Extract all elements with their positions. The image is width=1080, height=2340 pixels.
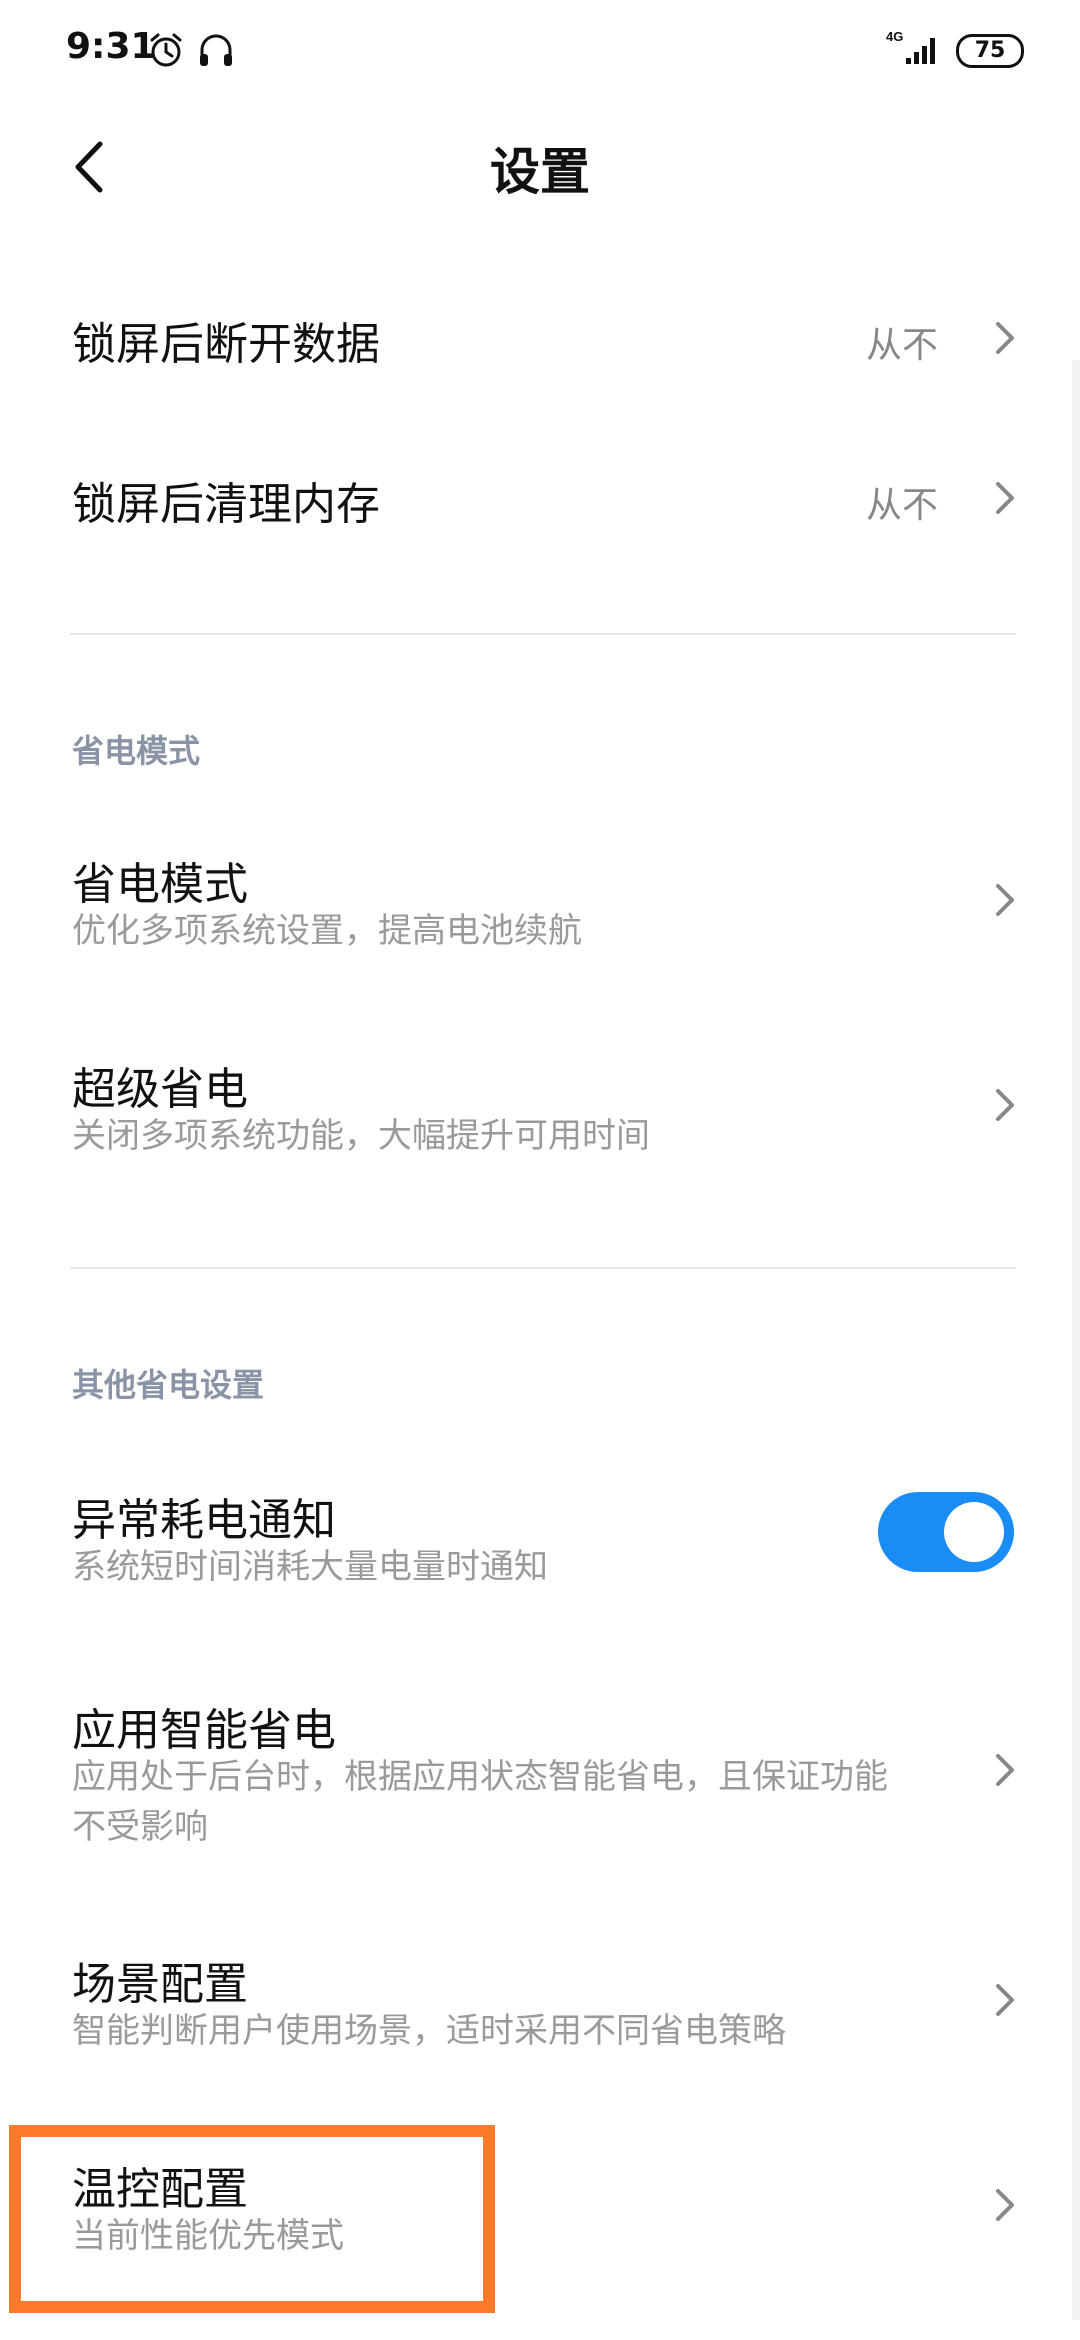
chevron-right-icon bbox=[996, 1984, 1014, 2016]
row-subtitle: 应用处于后台时，根据应用状态智能省电，且保证功能不受影响 bbox=[72, 1757, 888, 1847]
row-smart-save[interactable]: 应用智能省电 应用处于后台时，根据应用状态智能省电，且保证功能不受影响 bbox=[0, 1686, 1080, 1876]
row-subtitle: 智能判断用户使用场景，适时采用不同省电策略 bbox=[72, 2011, 786, 2051]
page-title: 设置 bbox=[490, 143, 590, 201]
row-value: 从不 bbox=[865, 485, 938, 526]
row-subtitle: 系统短时间消耗大量电量时通知 bbox=[72, 1547, 548, 1587]
section-header-other: 其他省电设置 bbox=[72, 1366, 265, 1404]
divider bbox=[70, 633, 1016, 635]
network-type: 4G bbox=[886, 29, 903, 44]
row-title: 异常耗电通知 bbox=[72, 1495, 336, 1546]
section-header-power: 省电模式 bbox=[72, 732, 201, 770]
row-value: 从不 bbox=[865, 325, 938, 366]
row-scene-config[interactable]: 场景配置 智能判断用户使用场景，适时采用不同省电策略 bbox=[0, 1940, 1080, 2080]
chevron-right-icon bbox=[996, 2189, 1014, 2221]
chevron-right-icon bbox=[996, 482, 1014, 514]
chevron-right-icon bbox=[996, 884, 1014, 916]
row-subtitle: 优化多项系统设置，提高电池续航 bbox=[72, 911, 582, 951]
row-title: 应用智能省电 bbox=[72, 1705, 336, 1756]
status-bar: 9:31 4G 75 bbox=[0, 0, 1080, 110]
highlight-box bbox=[9, 2125, 495, 2313]
row-title: 锁屏后清理内存 bbox=[72, 479, 380, 530]
chevron-right-icon bbox=[996, 322, 1014, 354]
row-abnormal-notify[interactable]: 异常耗电通知 系统短时间消耗大量电量时通知 bbox=[0, 1476, 1080, 1616]
scrollbar[interactable] bbox=[1072, 360, 1080, 2320]
divider bbox=[70, 1267, 1016, 1269]
row-super-save[interactable]: 超级省电 关闭多项系统功能，大幅提升可用时间 bbox=[0, 1045, 1080, 1185]
row-title: 锁屏后断开数据 bbox=[72, 319, 380, 370]
status-time: 9:31 bbox=[66, 26, 156, 67]
row-title: 场景配置 bbox=[72, 1959, 248, 2010]
toggle-knob bbox=[944, 1502, 1004, 1562]
chevron-right-icon bbox=[996, 1754, 1014, 1786]
row-subtitle: 关闭多项系统功能，大幅提升可用时间 bbox=[72, 1116, 650, 1156]
battery-icon: 75 bbox=[956, 34, 1024, 68]
battery-level: 75 bbox=[974, 38, 1006, 63]
abnormal-notify-toggle[interactable] bbox=[878, 1492, 1014, 1572]
row-disconnect-data[interactable]: 锁屏后断开数据 从不 bbox=[0, 280, 1080, 390]
headset-icon bbox=[196, 30, 236, 70]
header: 设置 bbox=[0, 110, 1080, 220]
alarm-icon bbox=[146, 30, 186, 70]
signal-icon: 4G bbox=[884, 28, 940, 68]
chevron-right-icon bbox=[996, 1089, 1014, 1121]
row-title: 超级省电 bbox=[72, 1064, 248, 1115]
row-clear-memory[interactable]: 锁屏后清理内存 从不 bbox=[0, 440, 1080, 550]
row-power-save[interactable]: 省电模式 优化多项系统设置，提高电池续航 bbox=[0, 840, 1080, 980]
row-title: 省电模式 bbox=[72, 859, 248, 910]
